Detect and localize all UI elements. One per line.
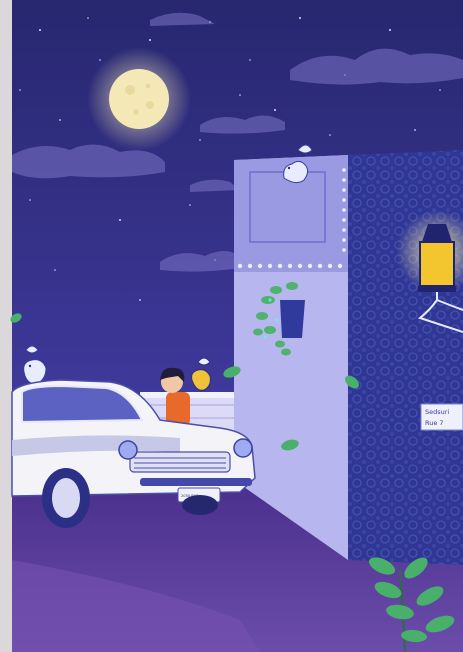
wall-sign: Sedsuri Rue 7	[420, 403, 463, 431]
moon	[109, 69, 169, 129]
wall-sign-line1: Sedsuri	[425, 408, 449, 416]
poster-illustration: Sedsuri Rue 7 2050 RUE	[0, 0, 463, 652]
poster: Sedsuri Rue 7 2050 RUE	[10, 0, 463, 652]
wall-sign-line2: Rue 7	[425, 419, 444, 427]
